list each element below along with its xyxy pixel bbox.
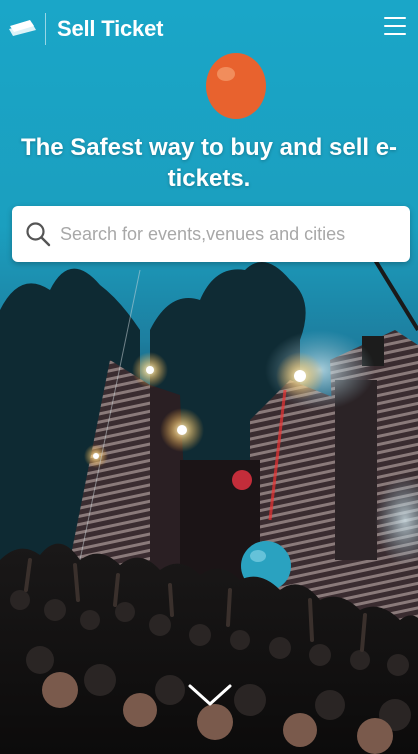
ticket-icon[interactable] [8, 16, 38, 38]
top-navbar: Sell Ticket [0, 0, 418, 58]
hero-background [0, 0, 418, 754]
hero-headline: The Safest way to buy and sell e-tickets… [20, 134, 398, 192]
logo-divider [45, 13, 46, 45]
chevron-down-icon[interactable] [186, 680, 234, 710]
search-input[interactable] [60, 206, 400, 262]
search-icon[interactable] [25, 221, 51, 247]
brand-name[interactable]: Sell Ticket [57, 16, 163, 42]
concert-scene-illustration [0, 53, 418, 754]
hamburger-menu-icon[interactable] [384, 15, 408, 37]
